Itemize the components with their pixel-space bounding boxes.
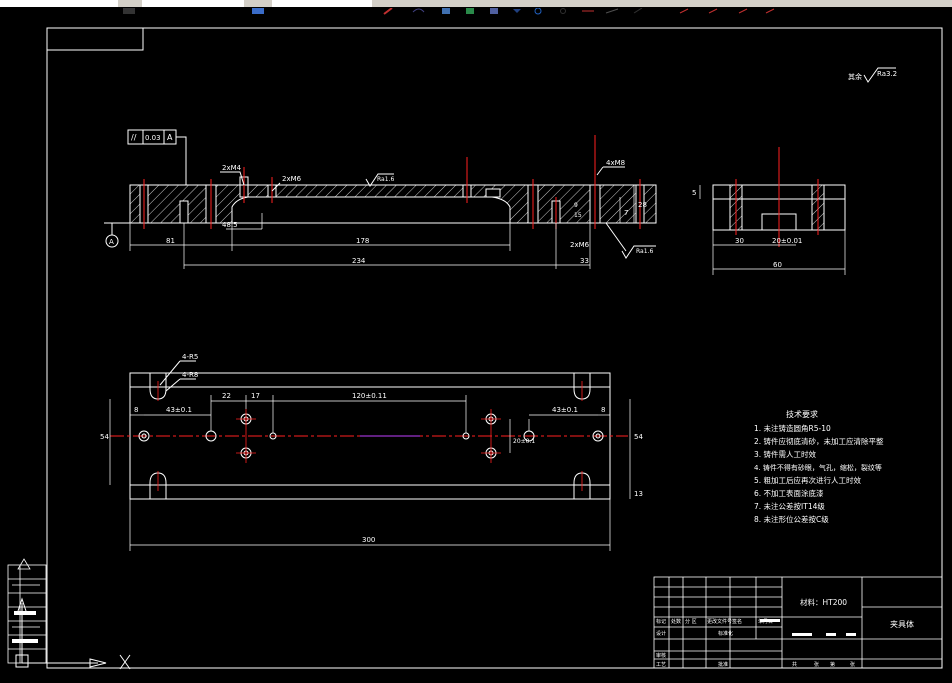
copy-icon[interactable] (438, 0, 456, 14)
svg-text:分 区: 分 区 (685, 618, 697, 625)
properties-icon[interactable] (462, 0, 480, 14)
svg-text:178: 178 (356, 237, 369, 245)
svg-text:2xM4: 2xM4 (222, 164, 242, 172)
svg-text:标准化: 标准化 (718, 630, 733, 637)
svg-text:300: 300 (362, 536, 375, 544)
svg-text:共: 共 (792, 661, 797, 668)
refresh-icon[interactable] (530, 0, 546, 15)
svg-text:43±0.1: 43±0.1 (166, 406, 192, 414)
svg-text:2. 铸件应彻底清砂，未加工应清除平整: 2. 铸件应彻底清砂，未加工应清除平整 (754, 436, 884, 446)
svg-text:其余: 其余 (848, 72, 862, 81)
svg-text:120±0.11: 120±0.11 (352, 392, 387, 400)
svg-text:4-R5: 4-R5 (182, 353, 198, 361)
svg-text:48.5: 48.5 (222, 221, 238, 229)
svg-text:工艺: 工艺 (656, 662, 666, 668)
svg-text:43±0.1: 43±0.1 (552, 406, 578, 414)
svg-text:1. 未注铸造圆角R5-10: 1. 未注铸造圆角R5-10 (754, 423, 831, 433)
svg-text:4. 铸件不得有砂眼，气孔，缩松，裂纹等: 4. 铸件不得有砂眼，气孔，缩松，裂纹等 (754, 463, 882, 472)
svg-text:更改文件号: 更改文件号 (707, 618, 732, 625)
svg-text:0.03: 0.03 (145, 134, 161, 142)
svg-text:材料：HT200: 材料：HT200 (800, 597, 847, 607)
distance-icon[interactable] (604, 0, 620, 14)
layer-icon[interactable] (121, 0, 139, 14)
osnap-icon[interactable] (762, 0, 778, 14)
svg-text:20±0.01: 20±0.01 (772, 237, 802, 245)
binding-strip (7, 558, 47, 664)
svg-text:17: 17 (251, 392, 260, 400)
drawing-canvas[interactable]: 其余 Ra3.2 // 0.03 A 2xM4 2xM6 4xM8 2xM6 R… (0, 7, 952, 679)
linetype-dropdown[interactable] (272, 0, 372, 7)
svg-text:60: 60 (773, 261, 782, 269)
svg-text:审核: 审核 (656, 652, 666, 659)
linetype-icon[interactable] (250, 0, 268, 14)
svg-text:设计: 设计 (656, 630, 666, 637)
ucs-icon (15, 597, 131, 670)
svg-text:签名: 签名 (732, 618, 742, 625)
svg-text:夹具体: 夹具体 (890, 619, 914, 629)
chevron-down-icon[interactable] (510, 0, 524, 13)
svg-text:30: 30 (735, 237, 744, 245)
zoom-icon[interactable] (556, 0, 572, 14)
side-view: 30 20±0.01 60 5 (692, 147, 846, 275)
svg-text:张: 张 (850, 661, 855, 668)
cad-toolbar (0, 0, 952, 15)
svg-text://: // (131, 133, 137, 142)
svg-text:54: 54 (100, 433, 109, 441)
svg-text:20±0.1: 20±0.1 (513, 438, 535, 445)
svg-text:第: 第 (830, 661, 835, 668)
plan-view: 4-R5 4-R8 22 17 120±0.11 8 43±0.1 43±0.1… (100, 353, 643, 551)
drawing-border (46, 27, 943, 669)
svg-text:33: 33 (580, 257, 589, 265)
svg-text:2xM6: 2xM6 (282, 175, 302, 183)
svg-text:A: A (167, 133, 173, 142)
svg-text:5. 粗加工后应再次进行人工时效: 5. 粗加工后应再次进行人工时效 (754, 475, 862, 485)
svg-text:A: A (109, 238, 114, 246)
technical-requirements: 技术要求 1. 未注铸造圆角R5-10 2. 铸件应彻底清砂，未加工应清除平整 … (754, 409, 884, 524)
ortho-icon[interactable] (705, 0, 721, 14)
svg-text:81: 81 (166, 237, 175, 245)
svg-text:7. 未注公差按IT14级: 7. 未注公差按IT14级 (754, 501, 825, 511)
polar-icon[interactable] (735, 0, 751, 14)
svg-text:Ra3.2: Ra3.2 (877, 70, 897, 78)
svg-text:Ra1.6: Ra1.6 (377, 176, 394, 183)
svg-text:标记: 标记 (656, 618, 666, 625)
svg-text:9: 9 (574, 202, 578, 209)
svg-text:7: 7 (624, 209, 628, 217)
svg-text:8: 8 (601, 406, 605, 414)
title-block: 材料：HT200 夹具体 标记 处数 分 区 更改文件号 签名 年月日 设计 标… (653, 576, 943, 669)
svg-text:3. 铸件需人工时效: 3. 铸件需人工时效 (754, 449, 817, 459)
layout-icon[interactable] (486, 0, 504, 14)
arrow-icon[interactable] (630, 0, 646, 14)
section-view: // 0.03 A 2xM4 2xM6 4xM8 2xM6 Ra1.6 Ra1.… (104, 129, 657, 269)
surface-finish-note: 其余 Ra3.2 (848, 67, 897, 83)
svg-text:8. 未注形位公差按C级: 8. 未注形位公差按C级 (754, 514, 829, 524)
svg-text:张: 张 (814, 661, 819, 668)
svg-text:批准: 批准 (718, 661, 728, 668)
svg-text:处数: 处数 (671, 618, 681, 625)
svg-text:54: 54 (634, 433, 643, 441)
svg-text:234: 234 (352, 257, 366, 265)
svg-text:4xM8: 4xM8 (606, 159, 625, 167)
svg-text:6. 不加工表面涂底漆: 6. 不加工表面涂底漆 (754, 488, 824, 498)
svg-text:22: 22 (222, 392, 231, 400)
svg-text:5: 5 (692, 189, 696, 197)
parallelism-frame: // 0.03 A (127, 129, 187, 185)
svg-text:Ra1.6: Ra1.6 (636, 248, 653, 255)
svg-text:8: 8 (134, 406, 138, 414)
svg-text:28: 28 (638, 201, 647, 209)
svg-text:4-R8: 4-R8 (182, 371, 198, 379)
undo-icon[interactable] (410, 0, 428, 13)
layer-dropdown[interactable] (0, 0, 118, 7)
svg-text:13: 13 (634, 490, 643, 498)
color-dropdown[interactable] (142, 0, 244, 7)
svg-text:15: 15 (574, 212, 582, 219)
svg-text:技术要求: 技术要求 (786, 409, 818, 419)
svg-text:2xM6: 2xM6 (570, 241, 590, 249)
pan-icon[interactable] (580, 0, 596, 12)
pencil-icon[interactable] (380, 0, 400, 15)
snap-icon[interactable] (676, 0, 692, 14)
